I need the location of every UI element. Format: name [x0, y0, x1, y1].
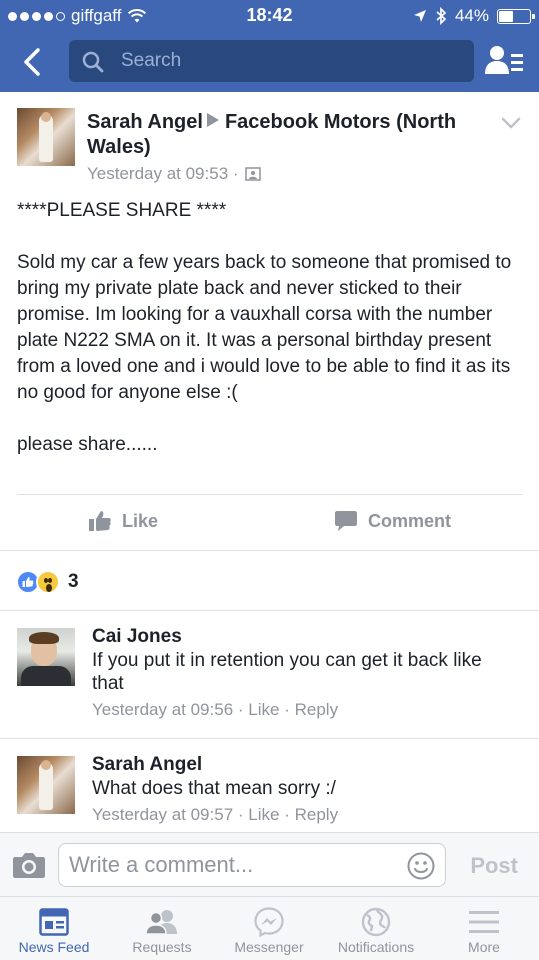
- status-right: 44%: [413, 6, 535, 26]
- comment-timestamp[interactable]: Yesterday at 09:56: [92, 700, 233, 719]
- reaction-count: 3: [68, 571, 79, 592]
- triangle-right-icon: [206, 113, 219, 127]
- wow-reaction-icon: [36, 570, 60, 594]
- like-button[interactable]: Like: [88, 510, 158, 532]
- avatar[interactable]: [17, 108, 75, 166]
- divider: [0, 610, 539, 611]
- comment-author-name[interactable]: Cai Jones: [92, 626, 182, 648]
- sticker-button[interactable]: [407, 852, 435, 885]
- tab-label: Notifications: [337, 939, 415, 955]
- hamburger-icon: [469, 911, 499, 933]
- tab-label: More: [468, 939, 500, 955]
- post-actions: Like Comment: [0, 496, 539, 548]
- tab-notifications[interactable]: Notifications: [322, 905, 430, 955]
- separator: ·: [237, 700, 244, 719]
- friend-list-icon: [485, 46, 523, 74]
- avatar[interactable]: [17, 756, 75, 814]
- tab-news-feed[interactable]: News Feed: [0, 905, 108, 955]
- messenger-icon: [254, 907, 284, 937]
- thumbs-up-icon: [89, 511, 111, 531]
- tab-label: Messenger: [234, 939, 304, 955]
- comment-like-link[interactable]: Like: [248, 805, 279, 824]
- smiley-icon: [407, 852, 435, 880]
- post-comment-button[interactable]: Post: [470, 853, 518, 879]
- comment-text: If you put it in retention you can get i…: [92, 650, 482, 694]
- search-input[interactable]: [121, 40, 461, 82]
- chevron-left-icon: [24, 48, 40, 76]
- comment-label: Comment: [368, 510, 452, 531]
- tab-messenger[interactable]: Messenger: [215, 905, 323, 955]
- back-button[interactable]: [14, 44, 50, 80]
- divider: [0, 550, 539, 551]
- comment-like-link[interactable]: Like: [248, 700, 279, 719]
- top-navigation-bar: giffgaff 18:42 44%: [0, 0, 539, 92]
- chevron-down-icon: [501, 117, 521, 129]
- comment-text: What does that mean sorry :/: [92, 778, 336, 799]
- post-header: Sarah Angel Facebook Motors (North Wales): [87, 110, 482, 160]
- tab-more[interactable]: More: [430, 905, 538, 955]
- post-options-button[interactable]: [501, 116, 521, 134]
- search-icon: [82, 51, 104, 73]
- avatar[interactable]: [17, 628, 75, 686]
- comment-bubble-icon: [335, 511, 357, 531]
- location-arrow-icon: [413, 10, 426, 22]
- comment-composer: Post: [0, 832, 539, 896]
- bottom-tab-bar: News Feed Requests Messenger Notificatio…: [0, 896, 539, 960]
- comment-meta: Yesterday at 09:56 · Like · Reply: [92, 700, 338, 720]
- camera-icon: [13, 853, 45, 878]
- post-meta: Yesterday at 09:53 ·: [87, 164, 261, 184]
- separator: ·: [237, 805, 244, 824]
- comment-reply-link[interactable]: Reply: [295, 700, 338, 719]
- tab-requests[interactable]: Requests: [108, 905, 216, 955]
- post-author-name[interactable]: Sarah Angel: [87, 111, 203, 133]
- battery-icon: [497, 8, 535, 24]
- divider: [0, 738, 539, 739]
- comment-input[interactable]: [69, 844, 389, 886]
- search-bar[interactable]: [69, 40, 474, 82]
- news-feed-icon: [39, 908, 69, 936]
- tab-label: Requests: [132, 939, 192, 955]
- comment-meta: Yesterday at 09:57 · Like · Reply: [92, 805, 338, 825]
- comment-field[interactable]: [58, 843, 446, 887]
- status-bar: giffgaff 18:42 44%: [0, 0, 539, 32]
- comment-button[interactable]: Comment: [334, 510, 451, 532]
- reaction-summary[interactable]: 3: [16, 570, 79, 594]
- camera-button[interactable]: [12, 851, 46, 884]
- separator: ·: [284, 805, 290, 824]
- divider: [17, 494, 522, 495]
- battery-percentage: 44%: [454, 6, 489, 25]
- globe-icon: [361, 907, 391, 937]
- bluetooth-icon: [436, 7, 447, 25]
- group-audience-icon: [244, 167, 261, 181]
- tab-label: News Feed: [18, 939, 90, 955]
- comment-reply-link[interactable]: Reply: [295, 805, 338, 824]
- comment-author-name[interactable]: Sarah Angel: [92, 754, 202, 776]
- comment-timestamp[interactable]: Yesterday at 09:57: [92, 805, 233, 824]
- friend-requests-icon: [145, 910, 177, 935]
- separator: ·: [284, 700, 290, 719]
- post-body-text: ****PLEASE SHARE **** Sold my car a few …: [17, 200, 512, 455]
- post-timestamp[interactable]: Yesterday at 09:53 ·: [87, 164, 239, 184]
- like-label: Like: [122, 510, 159, 531]
- friend-list-button[interactable]: [485, 44, 525, 78]
